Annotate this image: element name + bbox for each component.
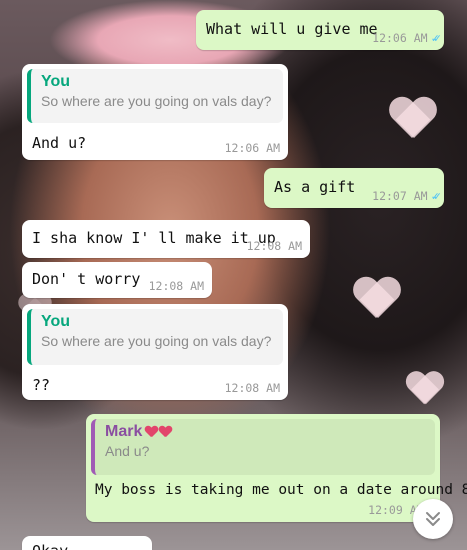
outgoing-message[interactable]: Mark And u? My boss is taking me out on … (86, 414, 467, 522)
message-meta: 12:06 AM (225, 141, 280, 155)
message-time: 12:06 AM (224, 141, 280, 155)
message-time: 12:08 AM (224, 381, 280, 395)
message-time: 12:08 AM (148, 279, 204, 293)
incoming-message[interactable]: Don' t worry 12:08 AM (22, 262, 212, 298)
message-text: Okay (32, 542, 68, 550)
message-meta: 12:08 AM (225, 381, 280, 395)
incoming-message[interactable]: You So where are you going on vals day? … (22, 304, 288, 400)
message-meta: 12:08 AM (149, 279, 204, 293)
scroll-to-bottom-button[interactable] (413, 499, 453, 539)
message-text: What will u give me (206, 20, 378, 38)
message-time: 12:08 AM (246, 239, 302, 253)
message-meta: 12:07 AM ✓✓ (372, 189, 442, 203)
message-text: I sha know I' ll make it up (32, 229, 276, 247)
incoming-message[interactable]: I sha know I' ll make it up 12:08 AM (22, 220, 310, 258)
wallpaper-heart (352, 278, 402, 320)
incoming-message[interactable]: You So where are you going on vals day? … (22, 64, 288, 160)
message-text: As a gift (274, 178, 356, 196)
quote-sender-row: Mark (105, 423, 427, 441)
quote-sender: You (41, 73, 71, 90)
message-meta: 12:06 AM ✓✓ (372, 31, 442, 45)
double-chevron-down-icon (426, 512, 440, 526)
quote-text: So where are you going on vals day? (41, 93, 272, 109)
incoming-message[interactable]: Okay (22, 536, 152, 550)
message-time: 12:06 AM (372, 31, 428, 45)
double-check-icon: ✓✓ (431, 189, 442, 203)
message-meta: 12:08 AM (247, 239, 302, 253)
quote-sender: Mark (105, 423, 143, 440)
message-text: My boss is taking me out on a date aroun… (95, 482, 467, 498)
quote-sender: You (41, 313, 71, 330)
outgoing-message[interactable]: As a gift 12:07 AM ✓✓ (264, 168, 444, 208)
wallpaper-heart (388, 98, 438, 140)
wallpaper-heart (405, 372, 445, 406)
quoted-message[interactable]: You So where are you going on vals day? (27, 69, 283, 123)
double-check-icon: ✓✓ (431, 31, 442, 45)
message-time: 12:07 AM (372, 189, 428, 203)
message-text: And u? (32, 134, 87, 152)
quote-text: And u? (105, 443, 150, 459)
message-text: ?? (32, 376, 51, 394)
quoted-message[interactable]: You So where are you going on vals day? (27, 309, 283, 365)
message-text: Don' t worry (32, 270, 141, 288)
outgoing-message[interactable]: What will u give me 12:06 AM ✓✓ (196, 10, 444, 50)
two-hearts-icon (145, 426, 172, 438)
quote-text: So where are you going on vals day? (41, 333, 272, 349)
quoted-message[interactable]: Mark And u? (91, 419, 435, 475)
